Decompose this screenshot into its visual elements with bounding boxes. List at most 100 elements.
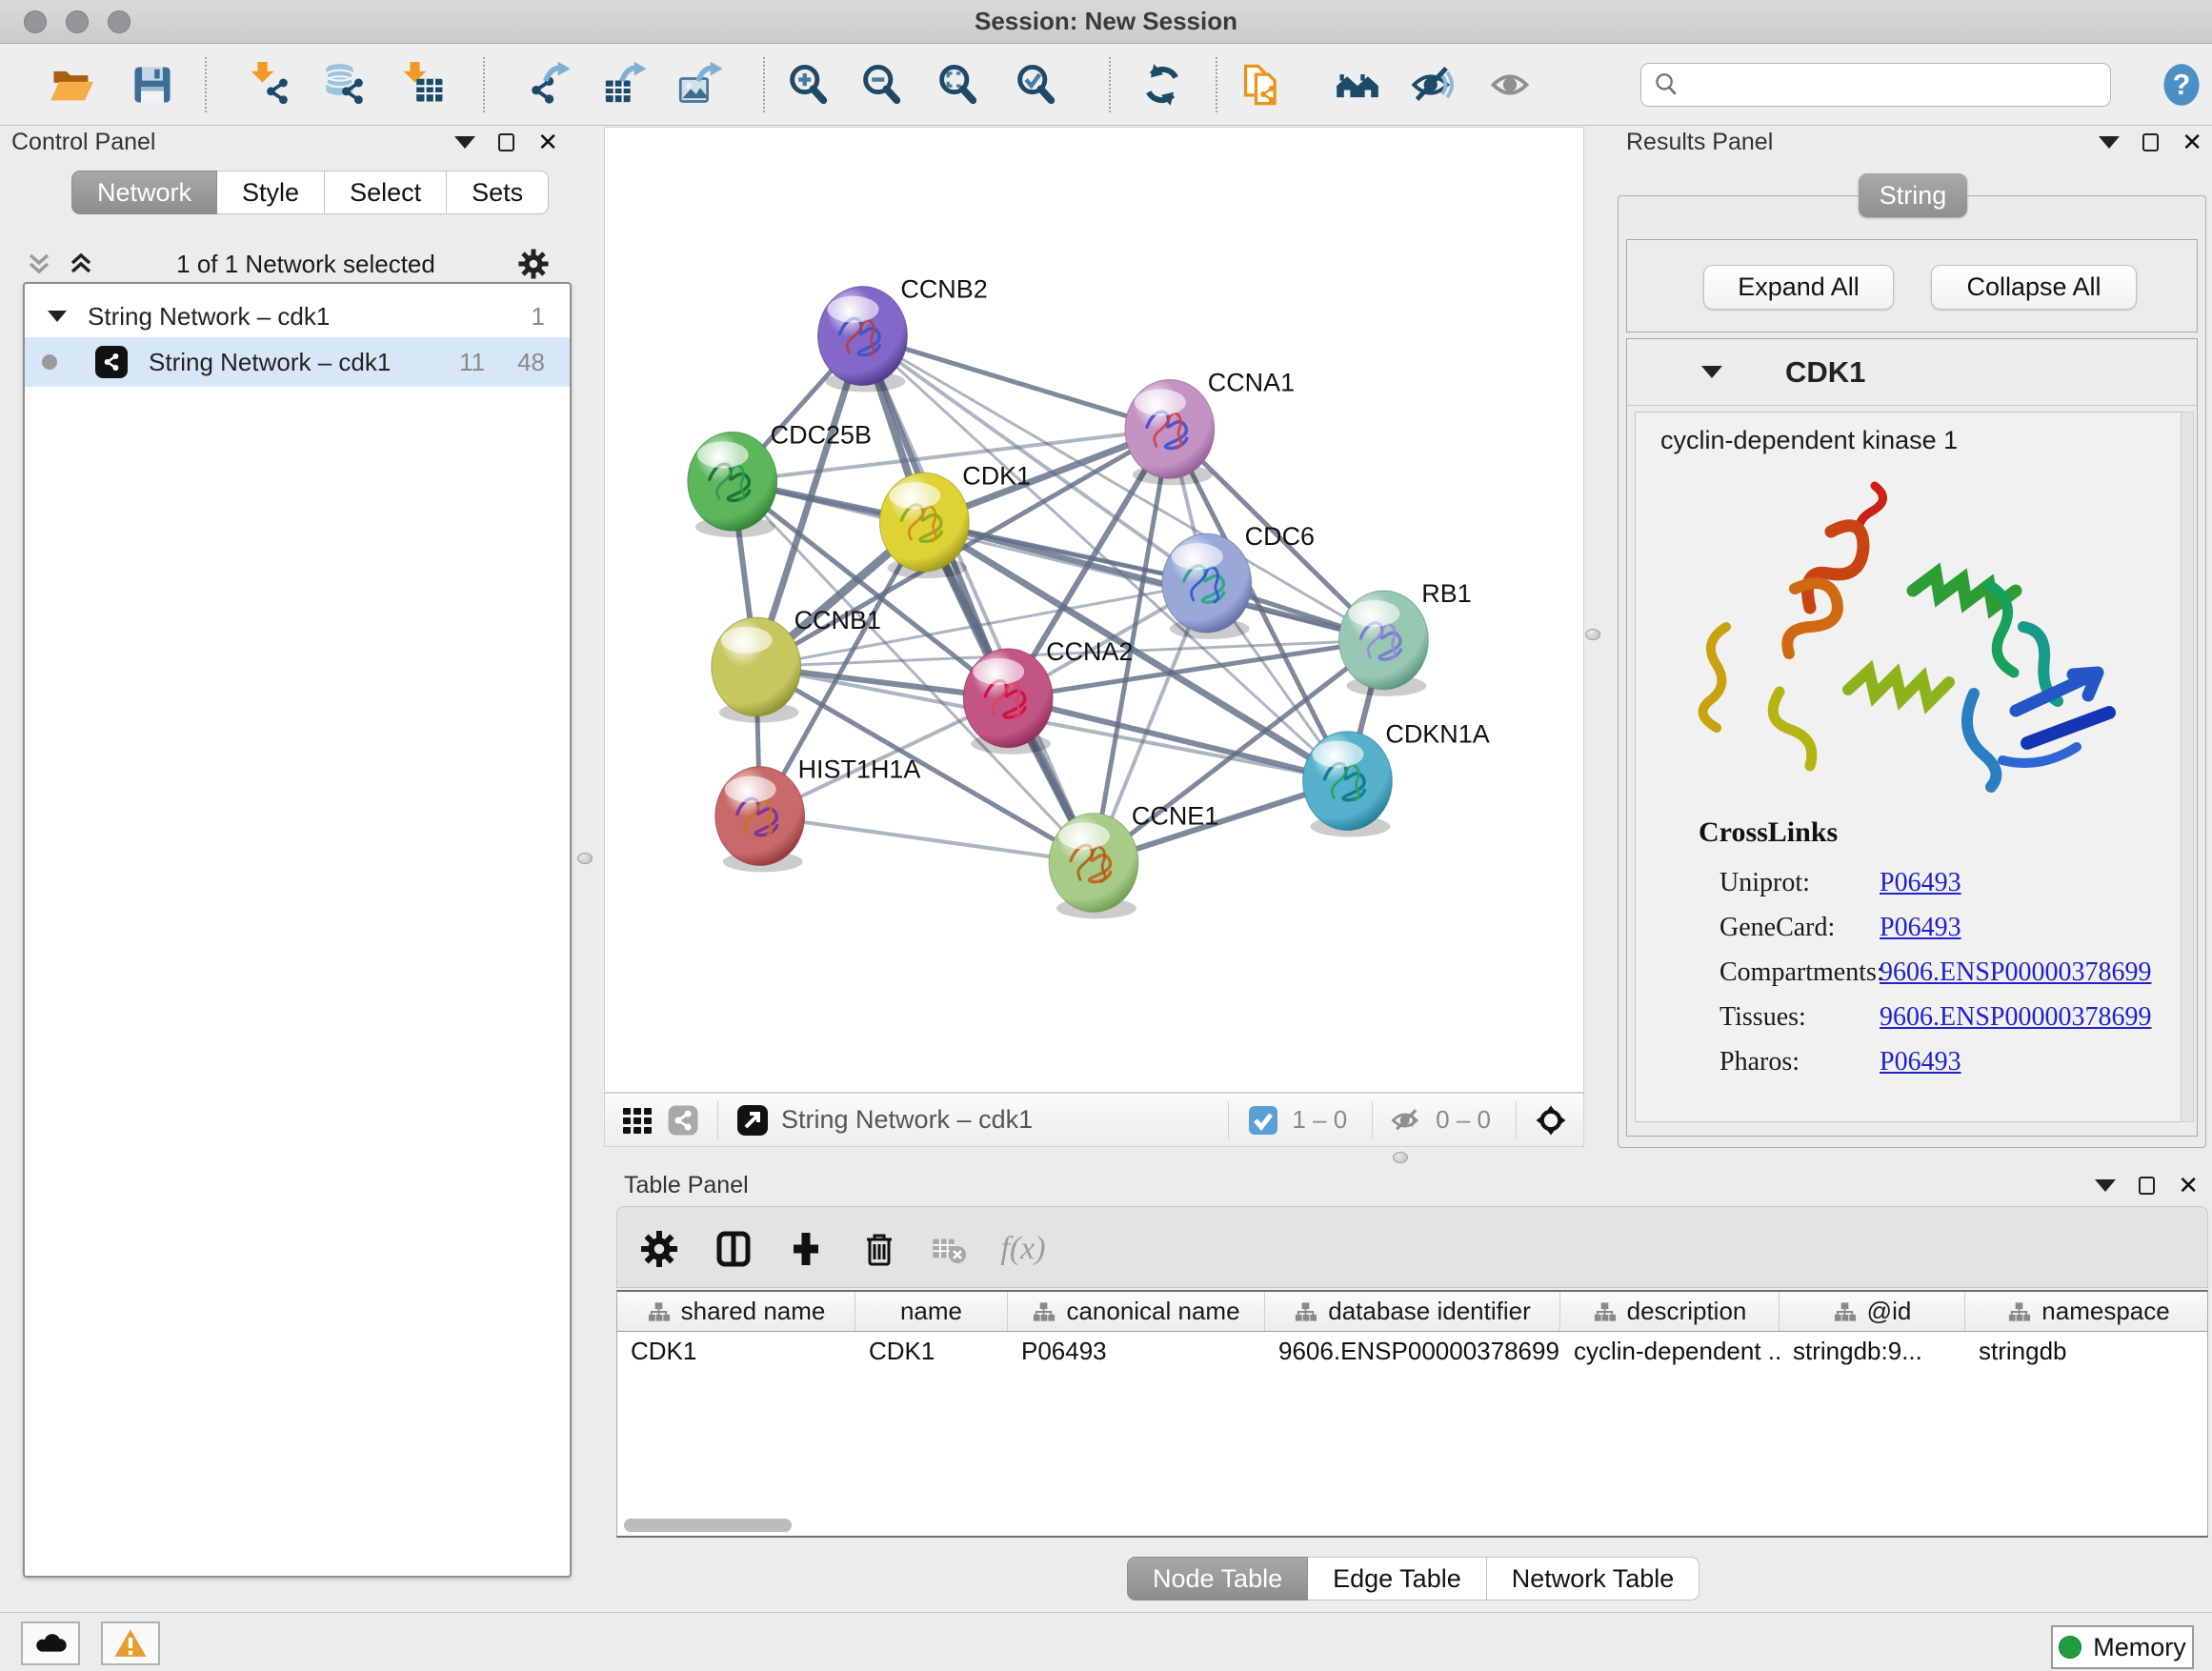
node-HIST1H1A[interactable]: HIST1H1A [715, 755, 921, 873]
collection-expand-icon[interactable] [48, 311, 67, 322]
node-CCNA2[interactable]: CCNA2 [963, 637, 1133, 755]
tab-network-table[interactable]: Network Table [1487, 1557, 1700, 1601]
network-canvas[interactable]: CCNB2CCNA1CDC25BCDK1CDC6RB1CCNB1CCNA2CDK… [604, 127, 1584, 1093]
panel-menu-icon[interactable] [454, 136, 475, 149]
table-cell[interactable]: cyclin-dependent ... [1560, 1332, 1780, 1372]
show-all-button[interactable] [1483, 57, 1537, 112]
tab-node-table[interactable]: Node Table [1127, 1557, 1308, 1601]
search-input[interactable] [1689, 70, 2099, 100]
help-button[interactable]: ? [2155, 57, 2208, 112]
first-neighbors-button[interactable] [1331, 57, 1384, 112]
node-table[interactable]: shared namenamecanonical namedatabase id… [616, 1290, 2208, 1538]
open-session-button[interactable] [45, 57, 98, 112]
export-table-button[interactable] [597, 57, 651, 112]
table-cell[interactable]: P06493 [1008, 1332, 1265, 1372]
window-close-button[interactable] [24, 10, 47, 33]
node-CCNE1[interactable]: CCNE1 [1049, 802, 1218, 919]
table-row[interactable]: CDK1CDK1P064939606.ENSP00000378699cyclin… [617, 1332, 2207, 1372]
zoom-fit-button[interactable] [931, 57, 984, 112]
panel-close-icon[interactable]: ✕ [537, 130, 558, 154]
table-cell[interactable]: CDK1 [855, 1332, 1008, 1372]
save-session-button[interactable] [126, 57, 179, 112]
collapse-all-icon[interactable] [25, 250, 53, 278]
node-CDC6[interactable]: CDC6 [1162, 522, 1315, 639]
column-header-namespace[interactable]: namespace [1965, 1292, 2208, 1331]
table-cell[interactable]: CDK1 [617, 1332, 855, 1372]
tab-edge-table[interactable]: Edge Table [1308, 1557, 1487, 1601]
tab-string[interactable]: String [1859, 173, 1967, 217]
refresh-view-button[interactable] [1136, 57, 1189, 112]
memory-button[interactable]: Memory [2051, 1625, 2194, 1669]
expand-all-icon[interactable] [67, 250, 95, 278]
results-scrollbar[interactable] [2181, 412, 2194, 1122]
cloud-status-button[interactable] [21, 1621, 80, 1665]
tab-sets[interactable]: Sets [447, 171, 549, 214]
table-cell[interactable]: stringdb [1965, 1332, 2208, 1372]
table-gear-icon[interactable] [634, 1224, 684, 1274]
crosslink-link[interactable]: 9606.ENSP00000378699 [1880, 957, 2151, 988]
clone-network-button[interactable] [1236, 57, 1289, 112]
panel-menu-icon[interactable] [2099, 136, 2120, 149]
crosslink-link[interactable]: 9606.ENSP00000378699 [1880, 1002, 2151, 1033]
function-builder-icon[interactable]: f(x) [998, 1224, 1048, 1274]
network-collection-row[interactable]: String Network – cdk1 1 [25, 295, 570, 337]
panel-float-icon[interactable] [498, 133, 514, 151]
window-minimize-button[interactable] [66, 10, 89, 33]
export-network-button[interactable] [521, 57, 574, 112]
crosslink-link[interactable]: P06493 [1880, 913, 1961, 943]
zoom-in-button[interactable] [781, 57, 835, 112]
expand-all-button[interactable]: Expand All [1703, 265, 1894, 310]
panel-menu-icon[interactable] [2095, 1179, 2116, 1192]
panel-float-icon[interactable] [2139, 1177, 2155, 1195]
gear-icon[interactable] [516, 247, 551, 281]
column-header-description[interactable]: description [1560, 1292, 1780, 1331]
import-network-file-button[interactable] [243, 57, 296, 112]
network-graph[interactable]: CCNB2CCNA1CDC25BCDK1CDC6RB1CCNB1CCNA2CDK… [605, 128, 1583, 1092]
hidden-eye-slash-icon[interactable] [1388, 1101, 1426, 1139]
crosslink-link[interactable]: P06493 [1880, 1047, 1961, 1077]
column-header-shared-name[interactable]: shared name [617, 1292, 855, 1331]
tab-select[interactable]: Select [325, 171, 447, 214]
node-CCNB1[interactable]: CCNB1 [712, 606, 881, 723]
hide-selected-button[interactable] [1407, 57, 1460, 112]
import-network-database-button[interactable] [318, 57, 372, 112]
protein-collapse-icon[interactable] [1701, 366, 1722, 378]
clear-table-icon[interactable] [925, 1224, 975, 1274]
import-table-button[interactable] [395, 57, 449, 112]
collapse-all-button[interactable]: Collapse All [1931, 265, 2137, 310]
column-header-name[interactable]: name [855, 1292, 1008, 1331]
grid-view-icon[interactable] [618, 1101, 656, 1139]
bottom-splitter-handle[interactable] [1393, 1152, 1408, 1163]
window-zoom-button[interactable] [108, 10, 131, 33]
network-view-icon[interactable] [664, 1101, 702, 1139]
protein-header[interactable]: CDK1 [1627, 339, 2197, 406]
column-header-@id[interactable]: @id [1780, 1292, 1965, 1331]
column-header-database-identifier[interactable]: database identifier [1265, 1292, 1560, 1331]
left-splitter-handle[interactable] [577, 853, 593, 864]
node-CDKN1A[interactable]: CDKN1A [1303, 720, 1490, 837]
tab-network[interactable]: Network [71, 171, 217, 214]
zoom-out-button[interactable] [855, 57, 908, 112]
edge-HIST1H1A-CCNE1[interactable] [760, 816, 1094, 863]
panel-float-icon[interactable] [2142, 133, 2159, 151]
crosslink-link[interactable]: P06493 [1880, 868, 1961, 898]
table-cell[interactable]: stringdb:9... [1780, 1332, 1965, 1372]
node-RB1[interactable]: RB1 [1338, 579, 1471, 696]
export-image-button[interactable] [674, 57, 727, 112]
column-header-canonical-name[interactable]: canonical name [1008, 1292, 1265, 1331]
panel-close-icon[interactable]: ✕ [2178, 1173, 2199, 1198]
table-cell[interactable]: 9606.ENSP00000378699 [1265, 1332, 1560, 1372]
columns-icon[interactable] [709, 1224, 758, 1274]
zoom-selected-button[interactable] [1009, 57, 1062, 112]
detach-view-icon[interactable] [734, 1101, 772, 1139]
delete-column-icon[interactable] [855, 1224, 904, 1274]
birds-eye-toggle-icon[interactable] [1532, 1101, 1570, 1139]
selected-checkbox-icon[interactable] [1244, 1101, 1282, 1139]
network-row-selected[interactable]: String Network – cdk1 11 48 [25, 337, 570, 387]
right-splitter-handle[interactable] [1585, 629, 1600, 640]
add-column-icon[interactable] [781, 1224, 831, 1274]
warning-status-button[interactable] [101, 1621, 160, 1665]
tab-style[interactable]: Style [217, 171, 325, 214]
panel-close-icon[interactable]: ✕ [2182, 130, 2202, 154]
table-hscrollbar-thumb[interactable] [624, 1519, 792, 1532]
